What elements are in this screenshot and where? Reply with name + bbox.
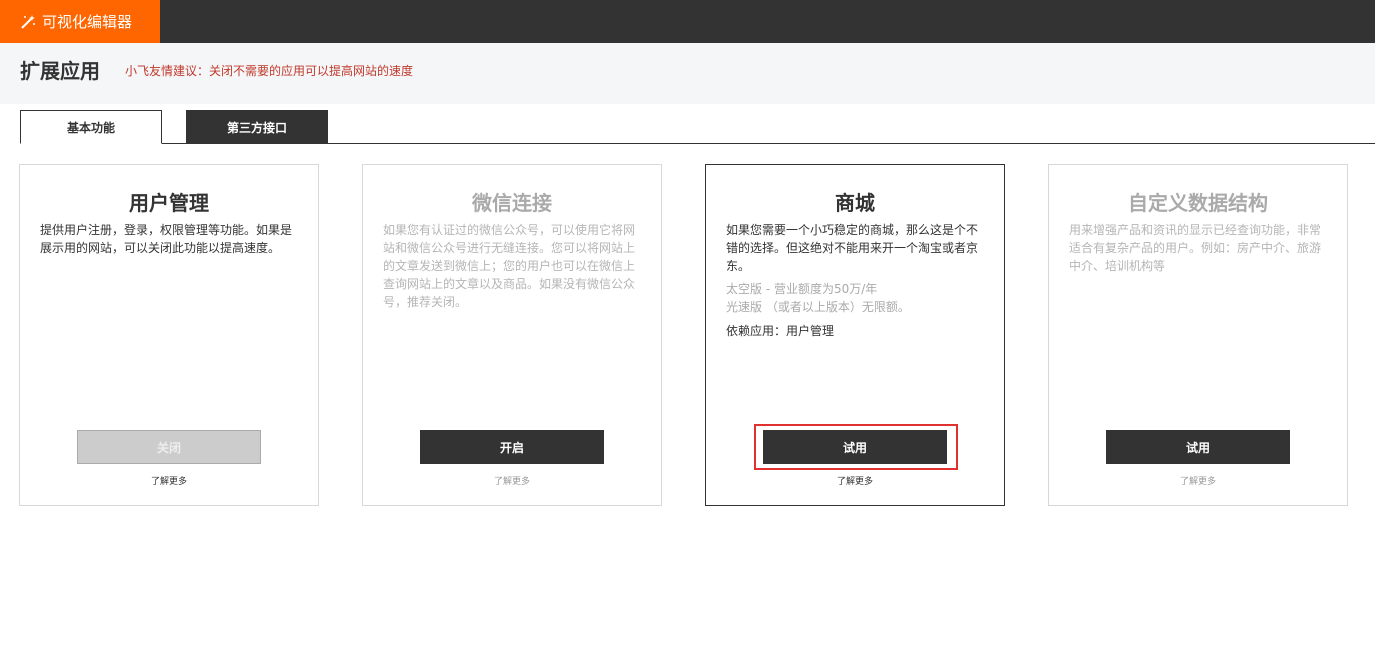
learn-more-link[interactable]: 了解更多	[706, 474, 1004, 487]
app-card-user-management: 用户管理 提供用户注册，登录，权限管理等功能。如果是展示用的网站，可以关闭此功能…	[19, 164, 319, 506]
enable-button[interactable]: 开启	[420, 430, 604, 464]
tab-third-party-api[interactable]: 第三方接口	[186, 110, 328, 144]
card-description: 如果您有认证过的微信公众号，可以使用它将网站和微信公众号进行无缝连接。您可以将网…	[383, 223, 636, 309]
trial-button[interactable]: 试用	[763, 430, 947, 464]
close-button[interactable]: 关闭	[77, 430, 261, 464]
app-title: 可视化编辑器	[42, 13, 133, 31]
app-card-shop: 商城 如果您需要一个小巧稳定的商城，那么这是个不错的选择。但这绝对不能用来开一个…	[705, 164, 1005, 506]
learn-more-link[interactable]: 了解更多	[363, 474, 661, 487]
learn-more-link[interactable]: 了解更多	[1049, 474, 1347, 487]
plan-note-space: 太空版 - 营业额度为50万/年	[726, 282, 878, 296]
tab-basic-features[interactable]: 基本功能	[20, 110, 162, 144]
top-bar	[0, 0, 1375, 43]
tip-text: 小飞友情建议：关闭不需要的应用可以提高网站的速度	[125, 64, 414, 78]
page-title: 扩展应用	[20, 59, 100, 83]
trial-button[interactable]: 试用	[1106, 430, 1290, 464]
card-description: 提供用户注册，登录，权限管理等功能。如果是展示用的网站，可以关闭此功能以提高速度…	[40, 223, 293, 255]
card-title: 用户管理	[129, 191, 209, 215]
card-title: 自定义数据结构	[1128, 191, 1268, 215]
card-description: 用来增强产品和资讯的显示已经查询功能，非常适合有复杂产品的用户。例如：房产中介、…	[1069, 223, 1322, 273]
card-title: 商城	[835, 191, 875, 215]
card-description: 如果您需要一个小巧稳定的商城，那么这是个不错的选择。但这绝对不能用来开一个淘宝或…	[726, 223, 979, 273]
app-brand[interactable]: 可视化编辑器	[0, 0, 160, 43]
magic-wand-icon	[21, 14, 35, 29]
dependency-text: 依赖应用：用户管理	[726, 324, 835, 338]
tab-divider	[160, 143, 1375, 144]
app-card-wechat: 微信连接 如果您有认证过的微信公众号，可以使用它将网站和微信公众号进行无缝连接。…	[362, 164, 662, 506]
card-title: 微信连接	[472, 191, 552, 215]
plan-notes: 太空版 - 营业额度为50万/年 光速版 （或者以上版本）无限额。	[726, 280, 984, 316]
learn-more-link[interactable]: 了解更多	[20, 474, 318, 487]
app-card-custom-data: 自定义数据结构 用来增强产品和资讯的显示已经查询功能，非常适合有复杂产品的用户。…	[1048, 164, 1348, 506]
plan-note-lightspeed: 光速版 （或者以上版本）无限额。	[726, 300, 910, 314]
